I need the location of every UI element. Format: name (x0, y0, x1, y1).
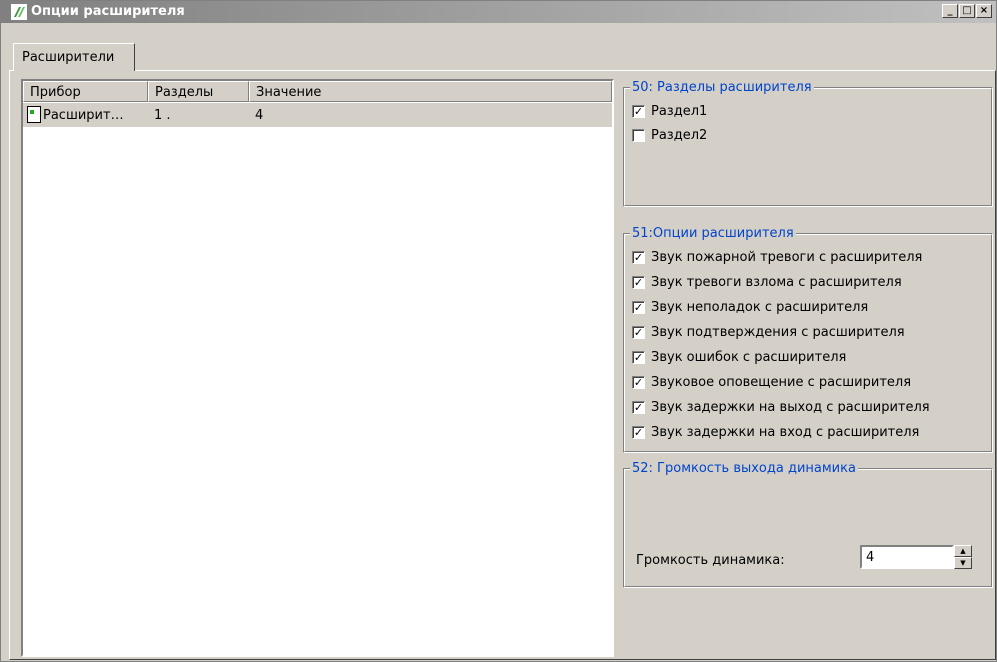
group-title: 52: Громкость выхода динамика (630, 461, 858, 476)
checkbox-box[interactable]: ✓ (632, 276, 645, 289)
checkbox-label: Звук неполадок с расширителя (651, 300, 869, 315)
checkbox-box[interactable]: ✓ (632, 326, 645, 339)
checkbox-box[interactable]: ✓ (632, 426, 645, 439)
group-title: 50: Разделы расширителя (630, 80, 814, 95)
close-button[interactable]: × (976, 4, 992, 18)
list-header: Прибор Разделы Значение (23, 81, 612, 102)
column-header-device[interactable]: Прибор (23, 81, 148, 102)
checkbox-label: Раздел2 (651, 128, 708, 143)
checkbox-box[interactable] (632, 129, 645, 142)
checkbox-label: Звуковое оповещение с расширителя (651, 375, 912, 390)
device-icon (27, 106, 41, 123)
checkbox-label: Звук тревоги взлома с расширителя (651, 275, 902, 290)
group-expander-sections: 50: Разделы расширителя ✓ Раздел1 Раздел… (623, 80, 993, 207)
cell-value: 4 (255, 108, 264, 123)
speaker-volume-spinner[interactable]: ▲ ▼ (954, 545, 972, 569)
checkbox-label: Раздел1 (651, 104, 708, 119)
spin-down-button[interactable]: ▼ (954, 557, 972, 569)
checkbox-label: Звук задержки на вход с расширителя (651, 425, 920, 440)
window-title: Опции расширителя (31, 4, 185, 19)
checkbox-box[interactable]: ✓ (632, 401, 645, 414)
device-list[interactable]: Прибор Разделы Значение Расширит… 1 . 4 (21, 79, 614, 657)
checkbox-box[interactable]: ✓ (632, 105, 645, 118)
checkbox-label: Звук подтверждения с расширителя (651, 325, 905, 340)
spin-up-button[interactable]: ▲ (954, 545, 972, 557)
checkbox-label: Звук задержки на выход с расширителя (651, 400, 930, 415)
tab-expanders[interactable]: Расширители (13, 43, 135, 71)
app-logo-icon (11, 4, 27, 20)
column-header-sections[interactable]: Разделы (148, 81, 249, 102)
maximize-button[interactable]: □ (959, 4, 975, 18)
checkbox-box[interactable]: ✓ (632, 301, 645, 314)
group-title: 51:Опции расширителя (630, 226, 796, 241)
checkbox-box[interactable]: ✓ (632, 251, 645, 264)
checkbox-box[interactable]: ✓ (632, 376, 645, 389)
speaker-volume-input[interactable] (860, 545, 954, 569)
app-window: Опции расширителя _ □ × Расширители Приб… (0, 0, 997, 662)
group-expander-options: 51:Опции расширителя ✓ Звук пожарной тре… (623, 226, 993, 453)
group-speaker-volume: 52: Громкость выхода динамика Громкость … (623, 461, 993, 588)
cell-sections: 1 . (154, 108, 171, 123)
cell-device: Расширит… (43, 108, 124, 123)
minimize-button[interactable]: _ (942, 4, 958, 18)
checkbox-label: Звук пожарной тревоги с расширителя (651, 250, 923, 265)
checkbox-label: Звук ошибок с расширителя (651, 350, 847, 365)
checkbox-box[interactable]: ✓ (632, 351, 645, 364)
title-bar[interactable]: Опции расширителя _ □ × (1, 1, 996, 23)
speaker-volume-label: Громкость динамика: (636, 553, 785, 568)
column-header-value[interactable]: Значение (249, 81, 612, 102)
table-row[interactable]: Расширит… 1 . 4 (23, 103, 612, 127)
